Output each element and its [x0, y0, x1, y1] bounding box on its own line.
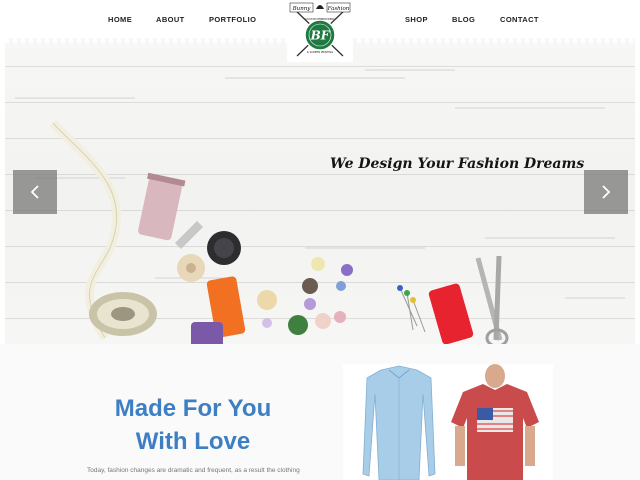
logo-ribbon-bottom: & SCREEN PRINTING [307, 50, 334, 54]
headline-line-2: With Love [135, 428, 251, 455]
nav-portfolio-link[interactable]: PORTFOLIO [209, 15, 256, 24]
clothing-products-image [343, 364, 553, 480]
slider-prev-button[interactable] [13, 170, 57, 214]
intro-body-text: Today, fashion changes are dramatic and … [87, 467, 300, 474]
nav-shop-link[interactable]: SHOP [405, 15, 428, 24]
hero-tagline: We Design Your Fashion Dreams [330, 156, 585, 172]
logo-right-text: Fashion [327, 6, 350, 12]
headline-line-1: Made For You [114, 395, 272, 422]
hero-slider: We Design Your Fashion Dreams [5, 38, 635, 344]
nav-home-link[interactable]: HOME [108, 15, 132, 24]
nav-about-link[interactable]: ABOUT [156, 15, 185, 24]
brand-logo[interactable]: Bunny Fashion BF CUSTOM EMBROIDERY & SCR… [287, 0, 353, 62]
logo-left-text: Bunny [292, 6, 312, 12]
nav-blog-link[interactable]: BLOG [452, 15, 475, 24]
slider-next-button[interactable] [584, 170, 628, 214]
intro-headline: Made For You With Love [86, 392, 300, 458]
nav-contact-link[interactable]: CONTACT [500, 15, 539, 24]
chevron-right-icon [602, 185, 611, 199]
logo-monogram: BF [310, 29, 331, 43]
logo-ribbon-top: CUSTOM EMBROIDERY [305, 17, 335, 21]
chevron-left-icon [30, 185, 39, 199]
sewing-supplies-image [15, 69, 625, 344]
